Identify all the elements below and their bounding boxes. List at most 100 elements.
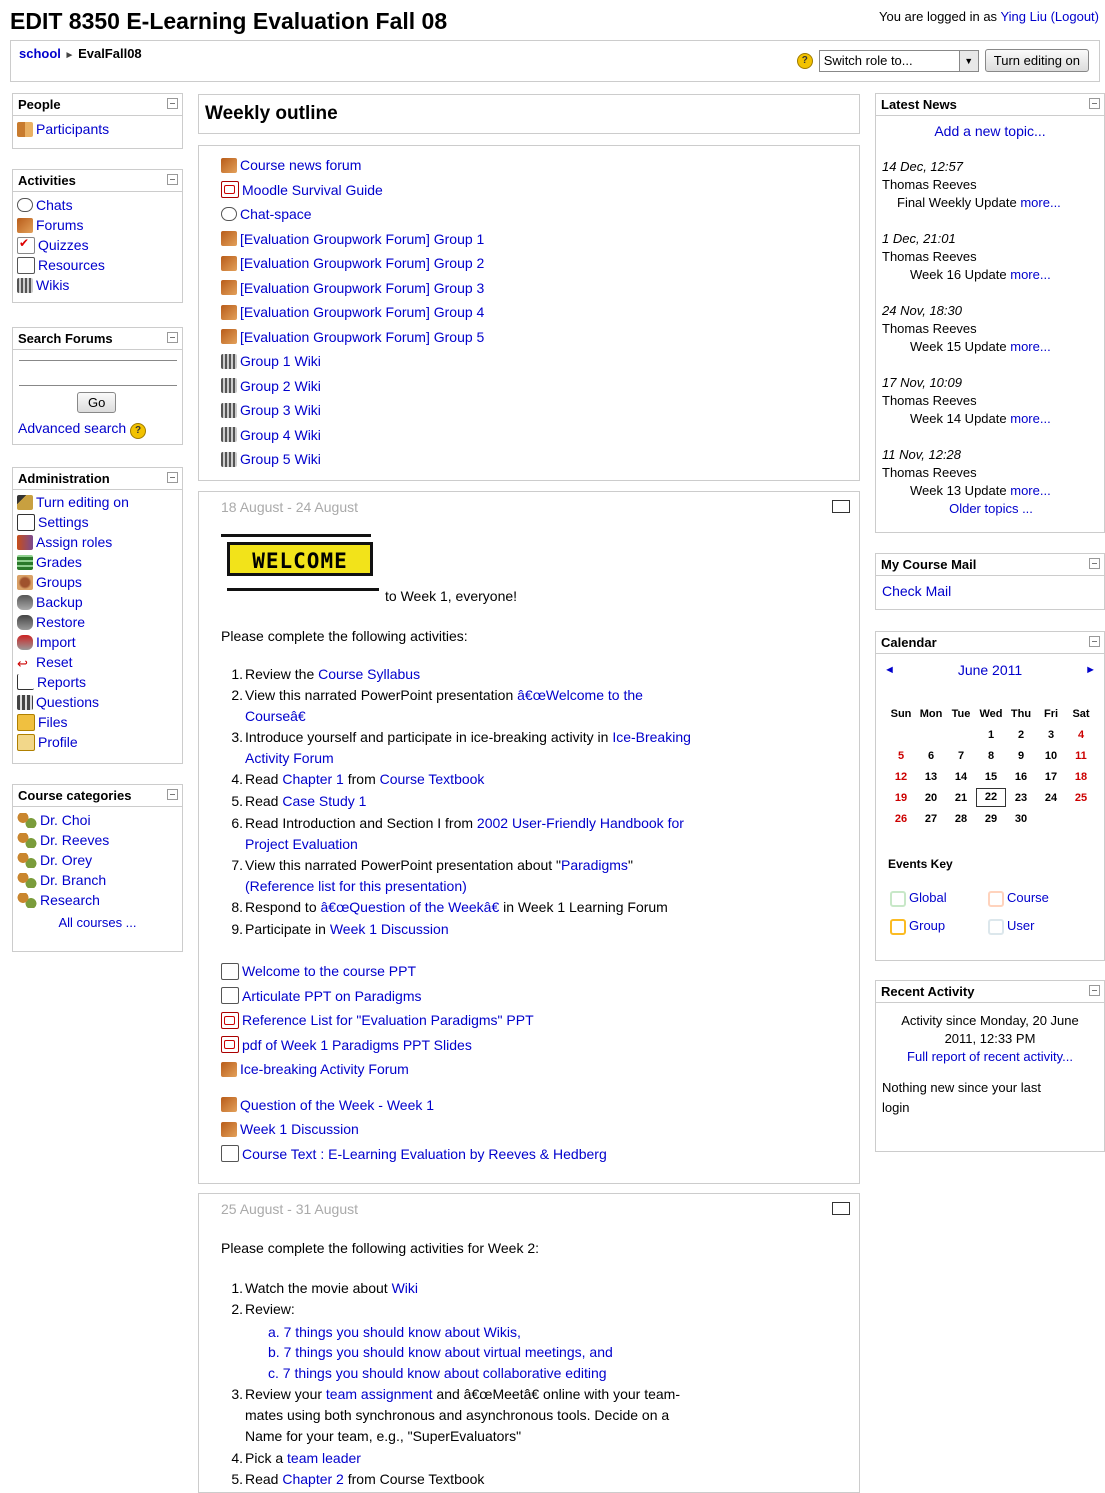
course-textbook-link[interactable]: Course Textbook xyxy=(380,771,485,787)
handbook-link[interactable]: 2002 User-Friendly Handbook for xyxy=(477,815,684,831)
show-only-week-icon[interactable] xyxy=(832,1202,850,1215)
activity-wikis-link[interactable]: Wikis xyxy=(17,275,178,295)
week-1-discussion-forum-link[interactable]: Week 1 Discussion xyxy=(221,1117,607,1142)
welcome-presentation-link-cont[interactable]: Courseâ€ xyxy=(245,708,306,724)
next-month-icon[interactable]: ► xyxy=(1085,664,1096,676)
news-more-link[interactable]: more... xyxy=(1010,267,1050,282)
collapse-icon[interactable] xyxy=(1089,98,1100,109)
admin-import-link[interactable]: Import xyxy=(17,632,178,652)
virtual-meetings-article-link[interactable]: b. 7 things you should know about virtua… xyxy=(268,1342,613,1363)
course-syllabus-link[interactable]: Course Syllabus xyxy=(318,666,420,682)
admin-reset-link[interactable]: Reset xyxy=(17,652,178,672)
chevron-down-icon[interactable]: ▼ xyxy=(958,50,978,71)
course-news-forum-link[interactable]: Course news forum xyxy=(221,153,484,178)
events-key-user[interactable]: User xyxy=(988,918,1034,935)
week-1-discussion-link[interactable]: Week 1 Discussion xyxy=(330,921,449,937)
all-courses-link[interactable]: All courses ... xyxy=(58,915,136,930)
admin-profile-link[interactable]: Profile xyxy=(17,732,178,752)
team-leader-link[interactable]: team leader xyxy=(287,1450,361,1466)
team-assignment-link[interactable]: team assignment xyxy=(326,1386,433,1402)
logout-link[interactable]: (Logout) xyxy=(1051,9,1099,24)
welcome-ppt-link[interactable]: Welcome to the course PPT xyxy=(221,959,607,984)
week-1-pdf-link[interactable]: pdf of Week 1 Paradigms PPT Slides xyxy=(221,1033,607,1058)
articulate-ppt-link[interactable]: Articulate PPT on Paradigms xyxy=(221,984,607,1009)
collapse-icon[interactable] xyxy=(167,789,178,800)
show-only-week-icon[interactable] xyxy=(832,500,850,513)
group-forum-1-link[interactable]: [Evaluation Groupwork Forum] Group 1 xyxy=(221,227,484,252)
activity-quizzes-link[interactable]: Quizzes xyxy=(17,235,178,255)
advanced-search-link[interactable]: Advanced search xyxy=(18,420,126,436)
admin-grades-link[interactable]: Grades xyxy=(17,552,178,572)
admin-settings-link[interactable]: Settings xyxy=(17,512,178,532)
welcome-presentation-link[interactable]: â€œWelcome to the xyxy=(517,687,643,703)
activity-resources-link[interactable]: Resources xyxy=(17,255,178,275)
events-key-group[interactable]: Group xyxy=(890,918,945,935)
older-topics-link[interactable]: Older topics ... xyxy=(949,501,1033,516)
participants-link[interactable]: Participants xyxy=(17,119,178,139)
category-dr-reeves-link[interactable]: Dr. Reeves xyxy=(17,830,178,850)
reference-list-link[interactable]: (Reference list for this presentation) xyxy=(245,878,467,894)
group-3-wiki-link[interactable]: Group 3 Wiki xyxy=(221,398,484,423)
admin-backup-link[interactable]: Backup xyxy=(17,592,178,612)
group-forum-3-link[interactable]: [Evaluation Groupwork Forum] Group 3 xyxy=(221,276,484,301)
news-more-link[interactable]: more... xyxy=(1010,411,1050,426)
calendar-month-link[interactable]: June 2011 xyxy=(958,662,1022,678)
category-dr-choi-link[interactable]: Dr. Choi xyxy=(17,810,178,830)
full-report-link[interactable]: Full report of recent activity... xyxy=(907,1049,1073,1064)
collaborative-editing-article-link[interactable]: c. 7 things you should know about collab… xyxy=(268,1363,607,1384)
events-key-course[interactable]: Course xyxy=(988,890,1049,907)
breadcrumb-home-link[interactable]: school xyxy=(19,46,61,61)
help-icon[interactable]: ? xyxy=(796,52,813,69)
news-more-link[interactable]: more... xyxy=(1010,483,1050,498)
chapter-2-link[interactable]: Chapter 2 xyxy=(282,1471,343,1487)
group-forum-4-link[interactable]: [Evaluation Groupwork Forum] Group 4 xyxy=(221,300,484,325)
group-forum-2-link[interactable]: [Evaluation Groupwork Forum] Group 2 xyxy=(221,251,484,276)
group-1-wiki-link[interactable]: Group 1 Wiki xyxy=(221,349,484,374)
switch-role-select[interactable]: Switch role to... ▼ xyxy=(818,49,979,72)
user-name-link[interactable]: Ying Liu xyxy=(1000,9,1047,24)
group-5-wiki-link[interactable]: Group 5 Wiki xyxy=(221,447,484,472)
events-key-global[interactable]: Global xyxy=(890,890,947,907)
admin-groups-link[interactable]: Groups xyxy=(17,572,178,592)
collapse-icon[interactable] xyxy=(167,98,178,109)
collapse-icon[interactable] xyxy=(1089,558,1100,569)
collapse-icon[interactable] xyxy=(167,472,178,483)
moodle-survival-guide-link[interactable]: Moodle Survival Guide xyxy=(221,178,484,203)
course-text-link[interactable]: Course Text : E-Learning Evaluation by R… xyxy=(221,1142,607,1167)
reference-list-ppt-link[interactable]: Reference List for "Evaluation Paradigms… xyxy=(221,1008,607,1033)
category-dr-branch-link[interactable]: Dr. Branch xyxy=(17,870,178,890)
paradigms-link[interactable]: Paradigms xyxy=(561,857,628,873)
news-more-link[interactable]: more... xyxy=(1020,195,1060,210)
collapse-icon[interactable] xyxy=(1089,985,1100,996)
handbook-link-cont[interactable]: Project Evaluation xyxy=(245,836,358,852)
help-icon[interactable]: ? xyxy=(130,422,147,439)
check-mail-link[interactable]: Check Mail xyxy=(882,583,951,599)
search-go-button[interactable]: Go xyxy=(77,392,117,413)
turn-editing-on-button[interactable]: Turn editing on xyxy=(984,49,1089,72)
ice-breaking-forum-link-cont[interactable]: Activity Forum xyxy=(245,750,334,766)
activity-forums-link[interactable]: Forums xyxy=(17,215,178,235)
activity-chats-link[interactable]: Chats xyxy=(17,195,178,215)
group-forum-5-link[interactable]: [Evaluation Groupwork Forum] Group 5 xyxy=(221,325,484,350)
group-4-wiki-link[interactable]: Group 4 Wiki xyxy=(221,423,484,448)
admin-restore-link[interactable]: Restore xyxy=(17,612,178,632)
collapse-icon[interactable] xyxy=(167,332,178,343)
ice-breaking-activity-forum-link[interactable]: Ice-breaking Activity Forum xyxy=(221,1057,607,1082)
news-more-link[interactable]: more... xyxy=(1010,339,1050,354)
collapse-icon[interactable] xyxy=(1089,636,1100,647)
admin-assign-roles-link[interactable]: Assign roles xyxy=(17,532,178,552)
wiki-movie-link[interactable]: Wiki xyxy=(392,1280,418,1296)
add-new-topic-link[interactable]: Add a new topic... xyxy=(934,123,1045,139)
chapter-1-link[interactable]: Chapter 1 xyxy=(282,771,343,787)
category-dr-orey-link[interactable]: Dr. Orey xyxy=(17,850,178,870)
collapse-icon[interactable] xyxy=(167,174,178,185)
ice-breaking-forum-link[interactable]: Ice-Breaking xyxy=(612,729,691,745)
admin-questions-link[interactable]: Questions xyxy=(17,692,178,712)
admin-files-link[interactable]: Files xyxy=(17,712,178,732)
chat-space-link[interactable]: Chat-space xyxy=(221,202,484,227)
question-of-week-link[interactable]: â€œQuestion of the Weekâ€ xyxy=(321,899,500,915)
wikis-article-link[interactable]: a. 7 things you should know about Wikis, xyxy=(268,1322,521,1343)
question-of-week-1-link[interactable]: Question of the Week - Week 1 xyxy=(221,1093,607,1118)
admin-reports-link[interactable]: Reports xyxy=(17,672,178,692)
category-research-link[interactable]: Research xyxy=(17,890,178,910)
